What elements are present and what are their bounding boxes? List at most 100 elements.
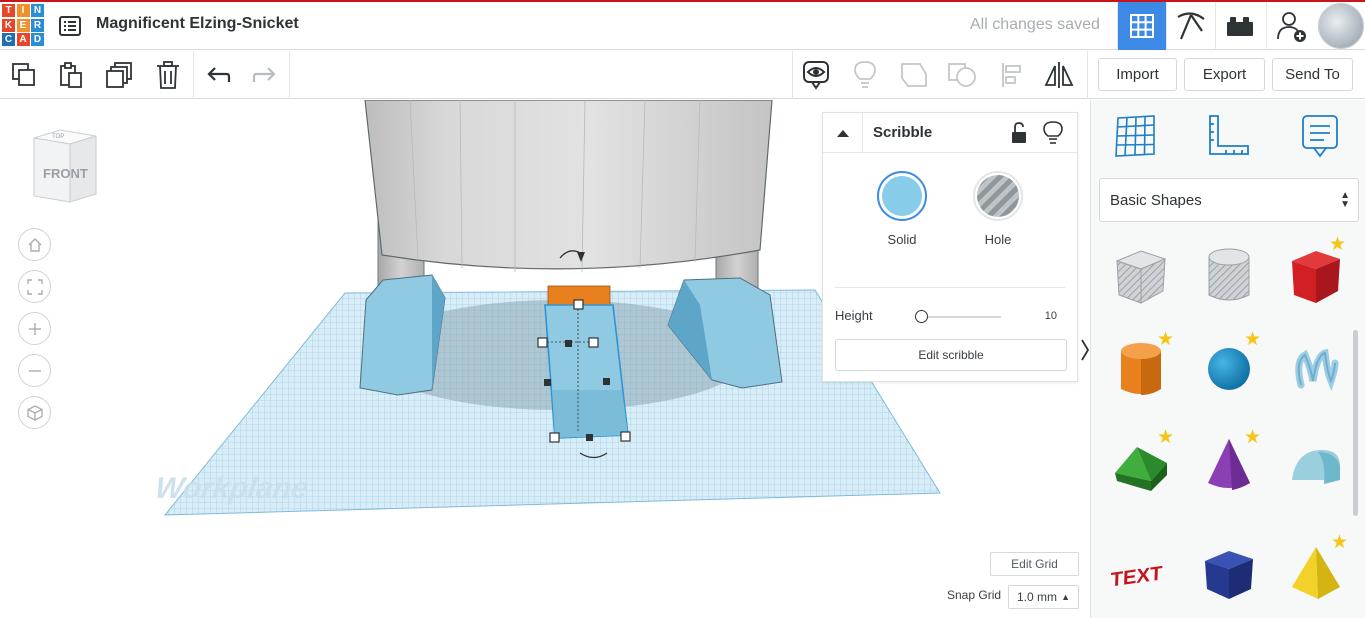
favorite-star-icon[interactable]: ★ [1244, 330, 1264, 350]
perspective-button[interactable] [18, 396, 51, 429]
project-title[interactable]: Magnificent Elzing-Snicket [96, 15, 299, 33]
caret-up-icon: ▲ [1061, 592, 1070, 602]
toolbar-divider [792, 51, 793, 99]
bricks-icon [1227, 17, 1253, 36]
height-slider-knob[interactable] [915, 310, 928, 323]
align-icon [1002, 63, 1021, 87]
hole-option[interactable]: Hole [963, 171, 1033, 247]
tinkercad-logo[interactable]: TIN KER CAD [2, 4, 46, 48]
plus-icon [28, 322, 41, 335]
zoom-out-button[interactable] [18, 354, 51, 387]
3d-workspace[interactable]: Workplane TOP FRONT Scribble Solid Hole … [0, 100, 1090, 618]
collapse-inspector-button[interactable] [823, 113, 863, 153]
favorite-star-icon[interactable]: ★ [1331, 533, 1351, 553]
top-bar: TIN KER CAD Magnificent Elzing-Snicket All… [0, 2, 1365, 50]
logo-letter: K [2, 18, 15, 32]
shape-text[interactable]: TEXT [1106, 538, 1176, 608]
favorite-star-icon[interactable]: ★ [1244, 428, 1264, 448]
lock-toggle-button[interactable] [1009, 122, 1029, 144]
fit-view-button[interactable] [18, 270, 51, 303]
shapes-scrollbar[interactable] [1353, 330, 1358, 516]
unlock-icon [1012, 122, 1026, 143]
logo-letter: A [16, 33, 30, 46]
copy-button[interactable] [8, 59, 40, 91]
ungroup-icon [948, 63, 976, 87]
ruler-tool-button[interactable] [1204, 112, 1252, 160]
user-avatar[interactable] [1318, 3, 1364, 49]
lightbulb-icon [854, 61, 876, 88]
svg-text:TEXT: TEXT [1111, 563, 1164, 592]
height-label: Height [835, 308, 873, 323]
fit-icon [26, 278, 43, 295]
codeblocks-view-button[interactable] [1166, 2, 1215, 50]
ungroup-button[interactable] [946, 59, 978, 91]
hide-shape-button[interactable] [1043, 121, 1063, 145]
redo-button[interactable] [249, 59, 281, 91]
hole-swatch[interactable] [973, 171, 1023, 221]
group-button[interactable] [898, 59, 930, 91]
height-value[interactable]: 10 [1033, 310, 1057, 322]
workplane-tool-button[interactable] [1112, 112, 1160, 160]
group-icon [901, 63, 927, 87]
favorite-star-icon[interactable]: ★ [1157, 428, 1177, 448]
toolbar-divider [289, 51, 290, 99]
3d-design-view-button[interactable] [1117, 2, 1166, 50]
shape-wedge[interactable] [1194, 538, 1264, 608]
shape-scribble[interactable] [1281, 334, 1351, 404]
redo-icon [252, 67, 276, 82]
favorite-star-icon[interactable]: ★ [1329, 235, 1349, 255]
add-user-icon [1277, 12, 1306, 42]
shape-round-roof[interactable] [1281, 430, 1351, 500]
bricks-view-button[interactable] [1215, 2, 1264, 50]
logo-letter: D [31, 33, 44, 46]
view-cube[interactable]: TOP FRONT [30, 128, 100, 204]
notes-tool-button[interactable] [1296, 112, 1344, 160]
favorite-star-icon[interactable]: ★ [1157, 330, 1177, 350]
duplicate-button[interactable] [104, 59, 136, 91]
edit-scribble-button[interactable]: Edit scribble [835, 339, 1067, 371]
view-cube-front-label: FRONT [43, 166, 88, 181]
undo-button[interactable] [202, 59, 234, 91]
snap-grid-select[interactable]: 1.0 mm ▲ [1008, 585, 1079, 609]
show-all-button[interactable] [849, 59, 881, 91]
align-button[interactable] [996, 59, 1028, 91]
logo-letter: N [31, 4, 44, 17]
design-menu-icon[interactable] [58, 14, 82, 38]
solid-color-swatch[interactable] [877, 171, 927, 221]
toolbar-divider [193, 51, 194, 99]
mirror-icon [1044, 62, 1074, 88]
hole-label: Hole [984, 232, 1012, 247]
edit-toolbar: Import Export Send To [0, 51, 1365, 99]
delete-button[interactable] [152, 59, 184, 91]
edit-grid-button[interactable]: Edit Grid [990, 552, 1079, 576]
logo-letter: T [2, 4, 15, 17]
notes-toggle-button[interactable] [800, 59, 832, 91]
workplane-grid-icon [1115, 115, 1155, 157]
undo-icon [207, 67, 231, 82]
home-view-button[interactable] [18, 228, 51, 261]
shape-cylinder-hole[interactable] [1194, 240, 1264, 310]
shape-category-value: Basic Shapes [1110, 191, 1202, 209]
chevron-up-icon [836, 130, 849, 137]
logo-letter: R [31, 18, 44, 32]
import-button[interactable]: Import [1098, 58, 1177, 91]
mirror-button[interactable] [1043, 59, 1075, 91]
send-to-button[interactable]: Send To [1272, 58, 1353, 91]
invite-user-button[interactable] [1266, 2, 1315, 50]
grid-icon [1130, 14, 1154, 38]
svg-text:TOP: TOP [52, 134, 64, 140]
shape-category-select[interactable]: Basic Shapes ▲ ▼ [1099, 178, 1359, 222]
expand-panel-chevron-icon[interactable] [1080, 338, 1090, 378]
export-button[interactable]: Export [1184, 58, 1265, 91]
cube-icon [26, 404, 43, 421]
shape-box-hole[interactable] [1106, 240, 1176, 310]
zoom-in-button[interactable] [18, 312, 51, 345]
logo-letter: E [16, 18, 30, 32]
workplane-label: Workplane [153, 472, 310, 505]
paste-button[interactable] [55, 59, 87, 91]
ruler-icon [1209, 115, 1249, 155]
logo-letter: I [16, 4, 30, 17]
solid-option[interactable]: Solid [867, 171, 937, 247]
solid-label: Solid [887, 232, 917, 247]
pickaxe-icon [1177, 12, 1205, 40]
